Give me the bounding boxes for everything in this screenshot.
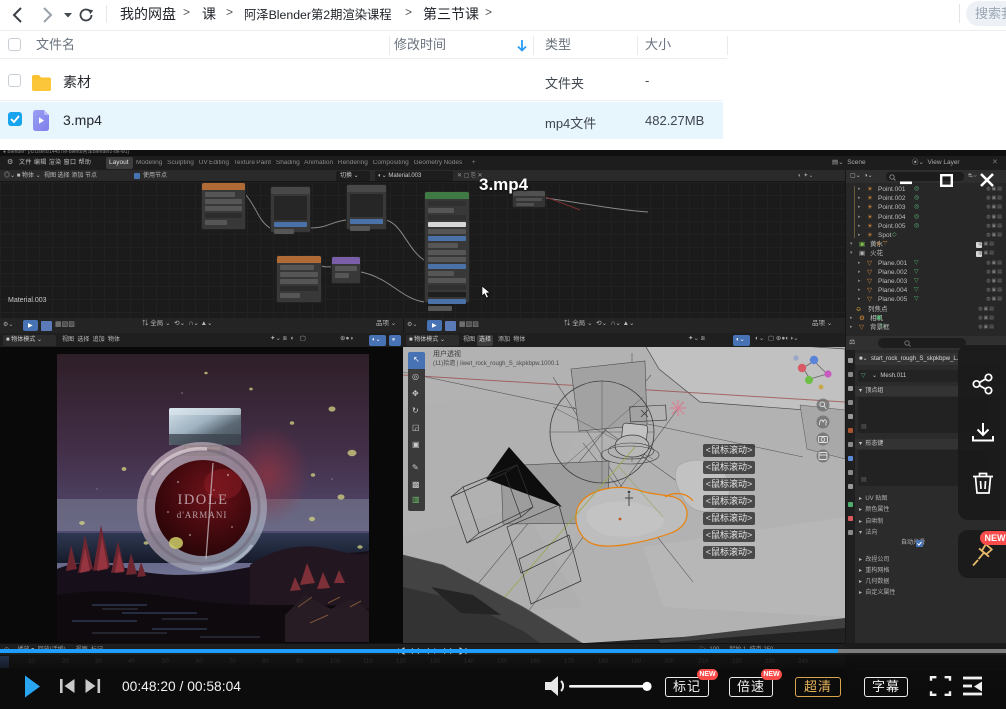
svg-text:IDOLE: IDOLE xyxy=(178,492,229,508)
svg-text:d'ARMANI: d'ARMANI xyxy=(177,510,228,520)
